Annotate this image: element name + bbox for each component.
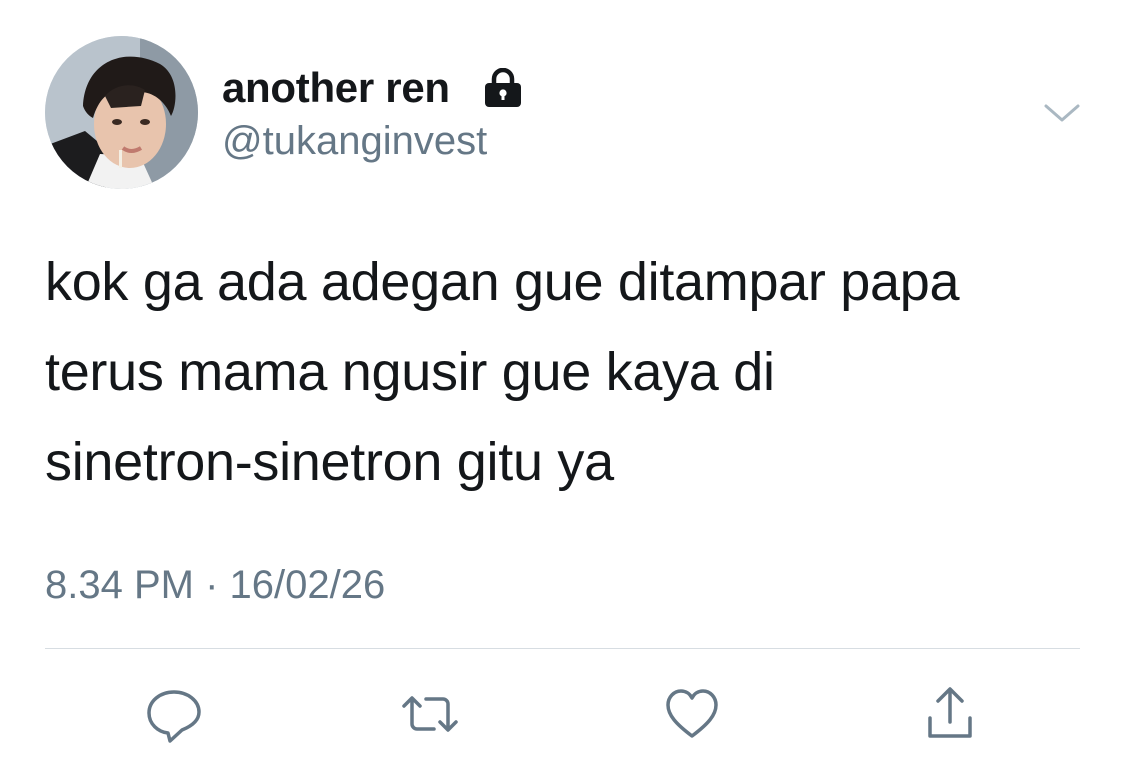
tweet-text-line: sinetron-sinetron gitu ya xyxy=(45,432,614,492)
tweet-text-line: terus mama ngusir gue kaya di xyxy=(45,342,775,402)
tweet-date: 16/02/26 xyxy=(229,563,386,607)
share-icon[interactable] xyxy=(920,684,980,744)
tweet-timestamp[interactable]: 8.34 PM · 16/02/26 xyxy=(45,560,385,610)
avatar-photo xyxy=(45,36,198,189)
chevron-down-icon[interactable] xyxy=(1040,98,1084,130)
tweet-time: 8.34 PM xyxy=(45,563,194,607)
like-icon[interactable] xyxy=(662,684,722,744)
reply-icon[interactable] xyxy=(144,684,204,744)
avatar[interactable] xyxy=(45,36,198,189)
retweet-icon[interactable] xyxy=(400,684,460,744)
tweet-text: kok ga ada adegan gue ditampar papa teru… xyxy=(45,237,1105,507)
display-name[interactable]: another ren xyxy=(222,64,450,112)
lock-icon xyxy=(482,67,524,108)
divider xyxy=(45,648,1080,649)
timestamp-separator: · xyxy=(205,563,219,607)
handle[interactable]: @tukanginvest xyxy=(222,117,487,165)
tweet-text-line: kok ga ada adegan gue ditampar papa xyxy=(45,252,960,312)
